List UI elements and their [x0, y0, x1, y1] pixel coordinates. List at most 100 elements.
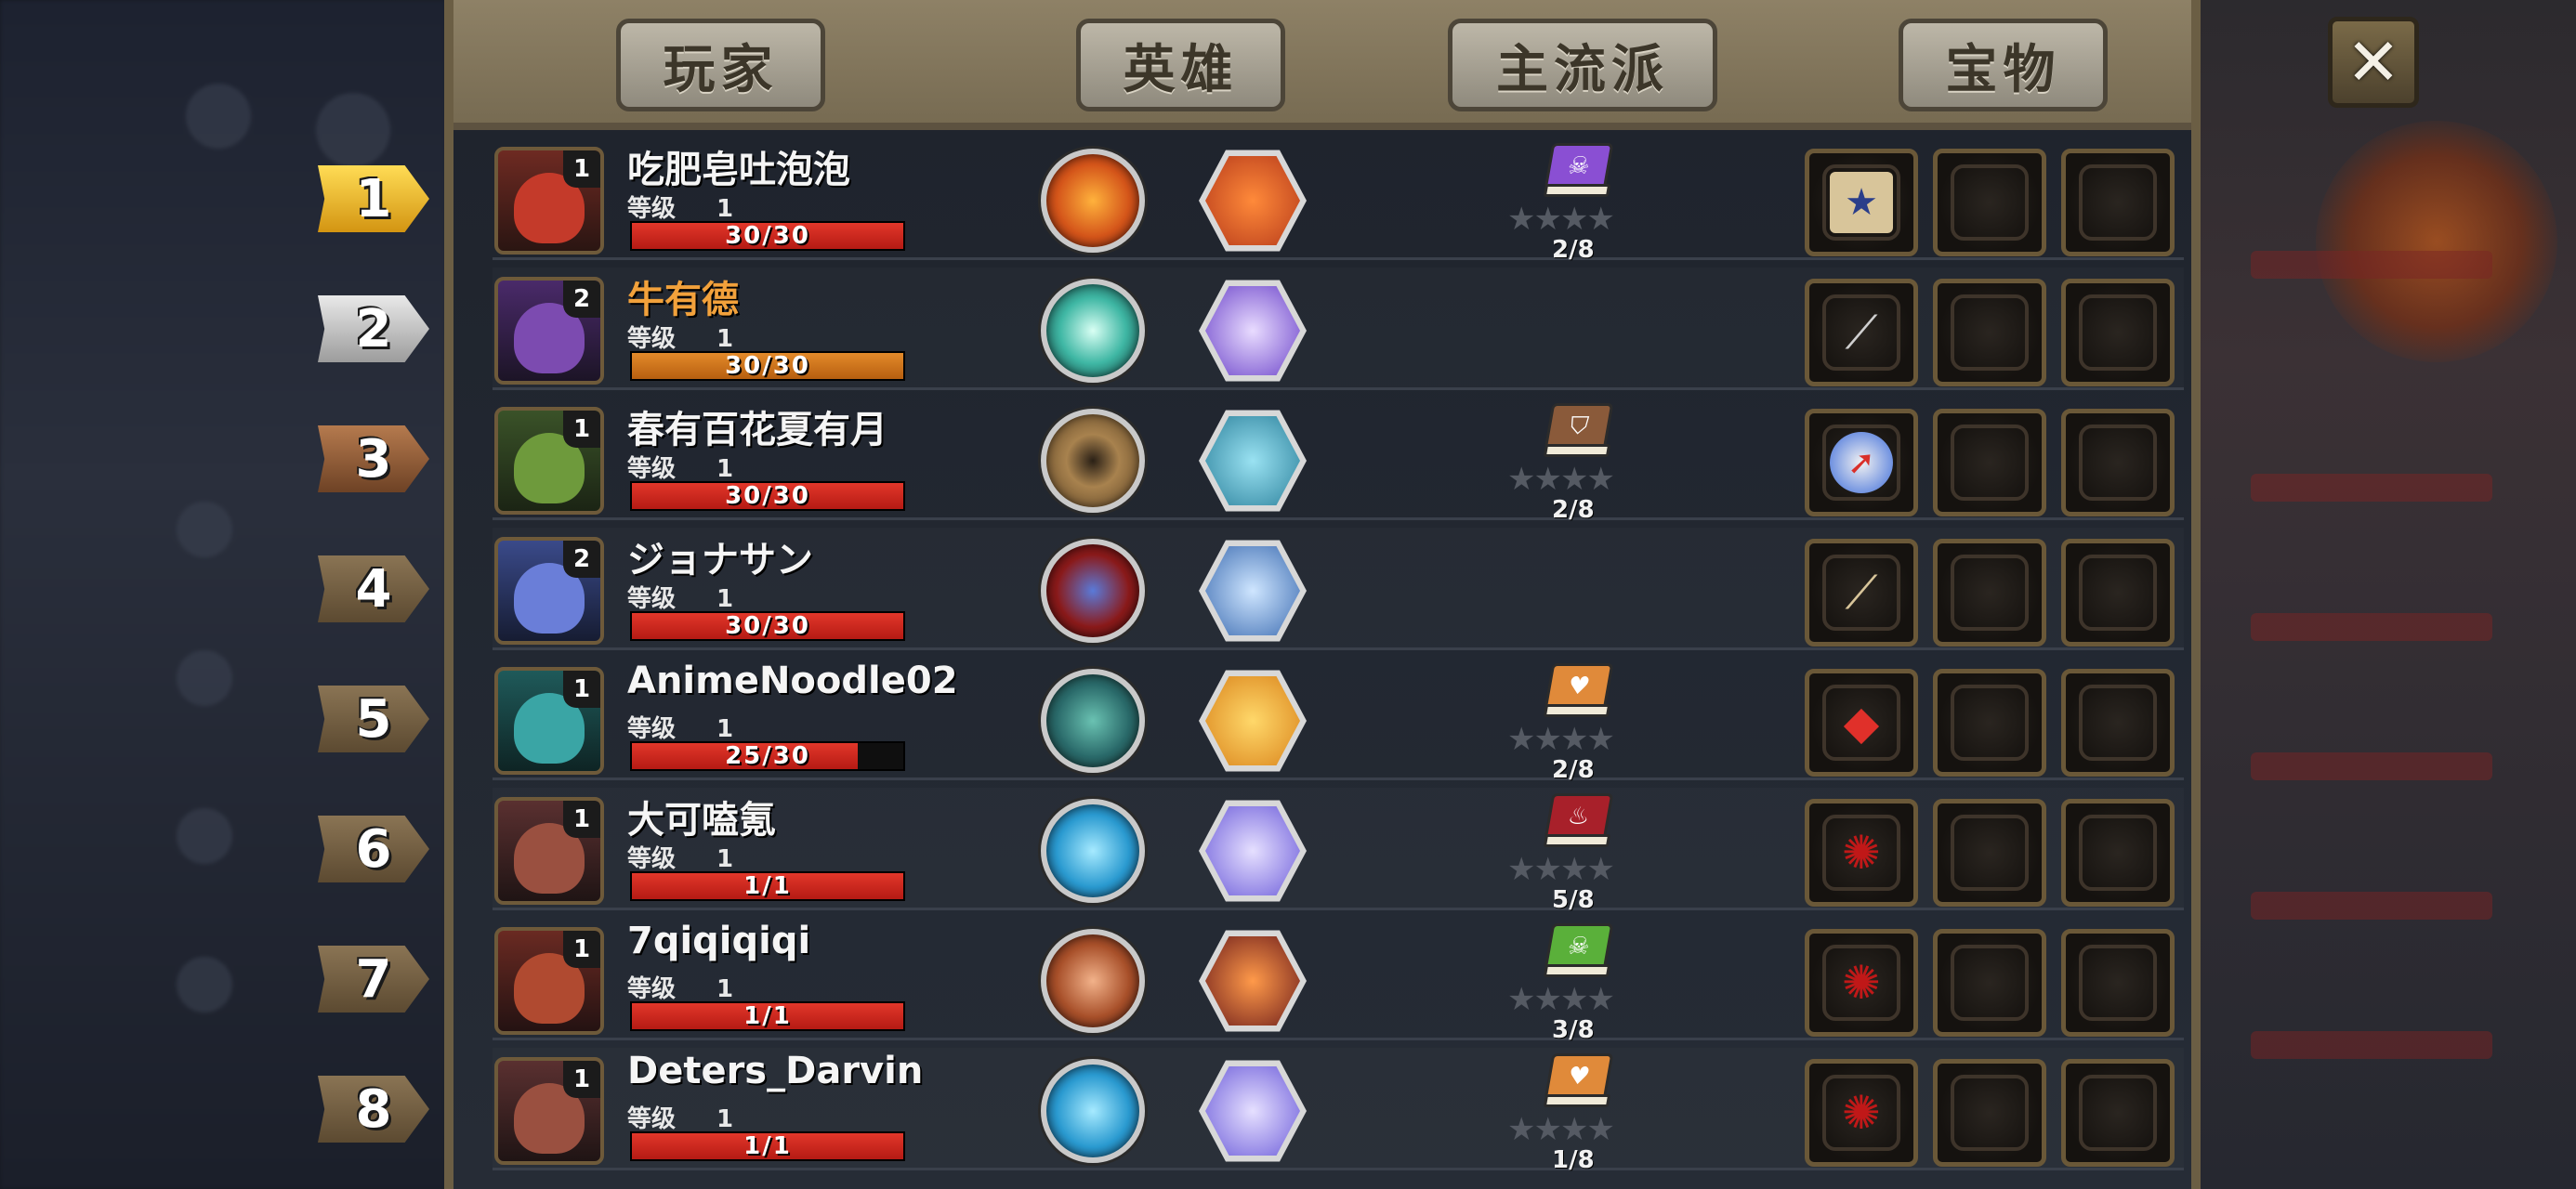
player-row[interactable]: 2 ジョナサン 等级 1 30/30 ⟋ — [493, 528, 2184, 650]
hero-trait-icon[interactable] — [1199, 800, 1307, 902]
hero-skill-icon[interactable] — [1041, 409, 1145, 513]
hero-skill-icon[interactable] — [1041, 1059, 1145, 1163]
tab-players[interactable]: 玩家 — [616, 19, 825, 111]
health-text: 30/30 — [725, 222, 810, 250]
treasure-slot-empty[interactable] — [2061, 929, 2175, 1037]
treasure-slot[interactable]: ⟋ — [1805, 279, 1918, 386]
treasure-slot[interactable]: ✺ — [1805, 929, 1918, 1037]
health-text: 30/30 — [725, 612, 810, 640]
scoreboard-header: 玩家 英雄 主流派 宝物 — [453, 0, 2191, 130]
hero-trait-icon[interactable] — [1199, 1060, 1307, 1162]
level-row: 等级 1 — [627, 320, 733, 354]
hero-trait-icon[interactable] — [1199, 410, 1307, 512]
hero-trait-icon[interactable] — [1199, 670, 1307, 772]
treasure-slot[interactable]: ⟋ — [1805, 539, 1918, 647]
treasure-slot-empty[interactable] — [2061, 149, 2175, 256]
hero-skill-icon[interactable] — [1041, 669, 1145, 773]
avatar[interactable]: 2 — [494, 537, 604, 645]
treasure-slot[interactable]: ★ — [1805, 149, 1918, 256]
treasure-slot-empty[interactable] — [2061, 539, 2175, 647]
player-row[interactable]: 1 大可嗑氪 等级 1 1/1 ♨ ★★★★ 5/8 ✺ — [493, 788, 2184, 914]
player-row[interactable]: 1 吃肥皂吐泡泡 等级 1 30/30 ☠ ★★★★ 2/8 ★ — [493, 137, 2184, 264]
blurred-bar — [2251, 251, 2492, 279]
hero-trait-icon[interactable] — [1199, 150, 1307, 252]
star-level-tag: 1 — [563, 1061, 600, 1098]
treasure-slot-empty[interactable] — [2061, 669, 2175, 777]
level-row: 等级 1 — [627, 840, 733, 874]
player-name: ジョナサン — [627, 539, 813, 581]
compass-icon: ➚ — [1830, 432, 1893, 493]
faction-progress: 3/8 — [1552, 1016, 1595, 1044]
avatar[interactable]: 1 — [494, 797, 604, 905]
treasure-slot[interactable]: ◆ — [1805, 669, 1918, 777]
avatar[interactable]: 1 — [494, 667, 604, 775]
avatar[interactable]: 1 — [494, 407, 604, 515]
tab-heroes[interactable]: 英雄 — [1076, 19, 1285, 111]
level-value: 1 — [716, 455, 734, 483]
treasure-slot-empty[interactable] — [1933, 1059, 2046, 1167]
close-button[interactable]: ✕ — [2328, 17, 2419, 108]
treasure-slot-empty[interactable] — [2061, 799, 2175, 907]
level-value: 1 — [716, 195, 734, 223]
treasure-slot-empty[interactable] — [1933, 149, 2046, 256]
hero-skill-icon[interactable] — [1041, 929, 1145, 1033]
star-level-tag: 1 — [563, 671, 600, 708]
hero-skill-icon[interactable] — [1041, 799, 1145, 903]
avatar[interactable]: 2 — [494, 277, 604, 385]
level-value: 1 — [716, 585, 734, 613]
hero-skill-icon[interactable] — [1041, 149, 1145, 253]
blurred-icon — [177, 808, 232, 864]
player-row[interactable]: 2 牛有德 等级 1 30/30 ⟋ — [493, 268, 2184, 390]
avatar[interactable]: 1 — [494, 147, 604, 255]
treasure-slot-empty[interactable] — [1933, 539, 2046, 647]
level-value: 1 — [716, 845, 734, 873]
hero-trait-icon[interactable] — [1199, 930, 1307, 1032]
faction-progress: 5/8 — [1552, 886, 1595, 914]
level-label: 等级 — [627, 195, 677, 223]
treasure-slot-empty[interactable] — [2061, 279, 2175, 386]
treasure-slot-empty[interactable] — [2061, 1059, 2175, 1167]
blurred-bar — [2251, 892, 2492, 920]
map-icon: ★ — [1830, 172, 1893, 233]
treasure-slot[interactable]: ➚ — [1805, 409, 1918, 516]
treasure-slot-empty[interactable] — [2061, 409, 2175, 516]
hero-trait-icon[interactable] — [1199, 540, 1307, 642]
faction-stars: ★★★★ — [1507, 981, 1615, 1018]
level-label: 等级 — [627, 455, 677, 483]
player-row[interactable]: 1 春有百花夏有月 等级 1 30/30 ⛉ ★★★★ 2/8 ➚ — [493, 398, 2184, 524]
star-level-tag: 1 — [563, 801, 600, 838]
faction-stars: ★★★★ — [1507, 851, 1615, 888]
dark-rune-icon: ✺ — [1842, 956, 1881, 1010]
player-row[interactable]: 1 7qiqiqiqi 等级 1 1/1 ☠ ★★★★ 3/8 ✺ — [493, 918, 2184, 1044]
dark-rune-icon: ✺ — [1842, 1086, 1881, 1140]
tab-treasures[interactable]: 宝物 — [1899, 19, 2108, 111]
treasure-slot[interactable]: ✺ — [1805, 1059, 1918, 1167]
player-row[interactable]: 1 Deters_Darvin 等级 1 1/1 ♥ ★★★★ 1/8 ✺ — [493, 1048, 2184, 1174]
level-label: 等级 — [627, 845, 677, 873]
treasure-slot-empty[interactable] — [1933, 279, 2046, 386]
level-row: 等级 1 — [627, 450, 733, 484]
spellbook-icon: ♨ — [1543, 793, 1615, 851]
star-level-tag: 2 — [563, 541, 600, 578]
treasure-slot[interactable]: ✺ — [1805, 799, 1918, 907]
level-row: 等级 1 — [627, 710, 733, 744]
halberd-icon: ⟋ — [1845, 565, 1878, 620]
level-label: 等级 — [627, 325, 677, 353]
hero-skill-icon[interactable] — [1041, 279, 1145, 383]
player-row[interactable]: 1 AnimeNoodle02 等级 1 25/30 ♥ ★★★★ 2/8 ◆ — [493, 658, 2184, 784]
hero-skill-icon[interactable] — [1041, 539, 1145, 643]
hero-trait-icon[interactable] — [1199, 280, 1307, 382]
background-right — [2195, 0, 2576, 1189]
avatar[interactable]: 1 — [494, 1057, 604, 1165]
health-bar: 30/30 — [630, 611, 905, 641]
blurred-bar — [2251, 1031, 2492, 1059]
treasure-slot-empty[interactable] — [1933, 669, 2046, 777]
health-text: 30/30 — [725, 482, 810, 510]
tab-main-faction[interactable]: 主流派 — [1448, 19, 1717, 111]
treasure-slot-empty[interactable] — [1933, 799, 2046, 907]
treasure-slot-empty[interactable] — [1933, 409, 2046, 516]
treasure-slot-empty[interactable] — [1933, 929, 2046, 1037]
dark-rune-icon: ✺ — [1842, 826, 1881, 880]
level-value: 1 — [716, 325, 734, 353]
avatar[interactable]: 1 — [494, 927, 604, 1035]
